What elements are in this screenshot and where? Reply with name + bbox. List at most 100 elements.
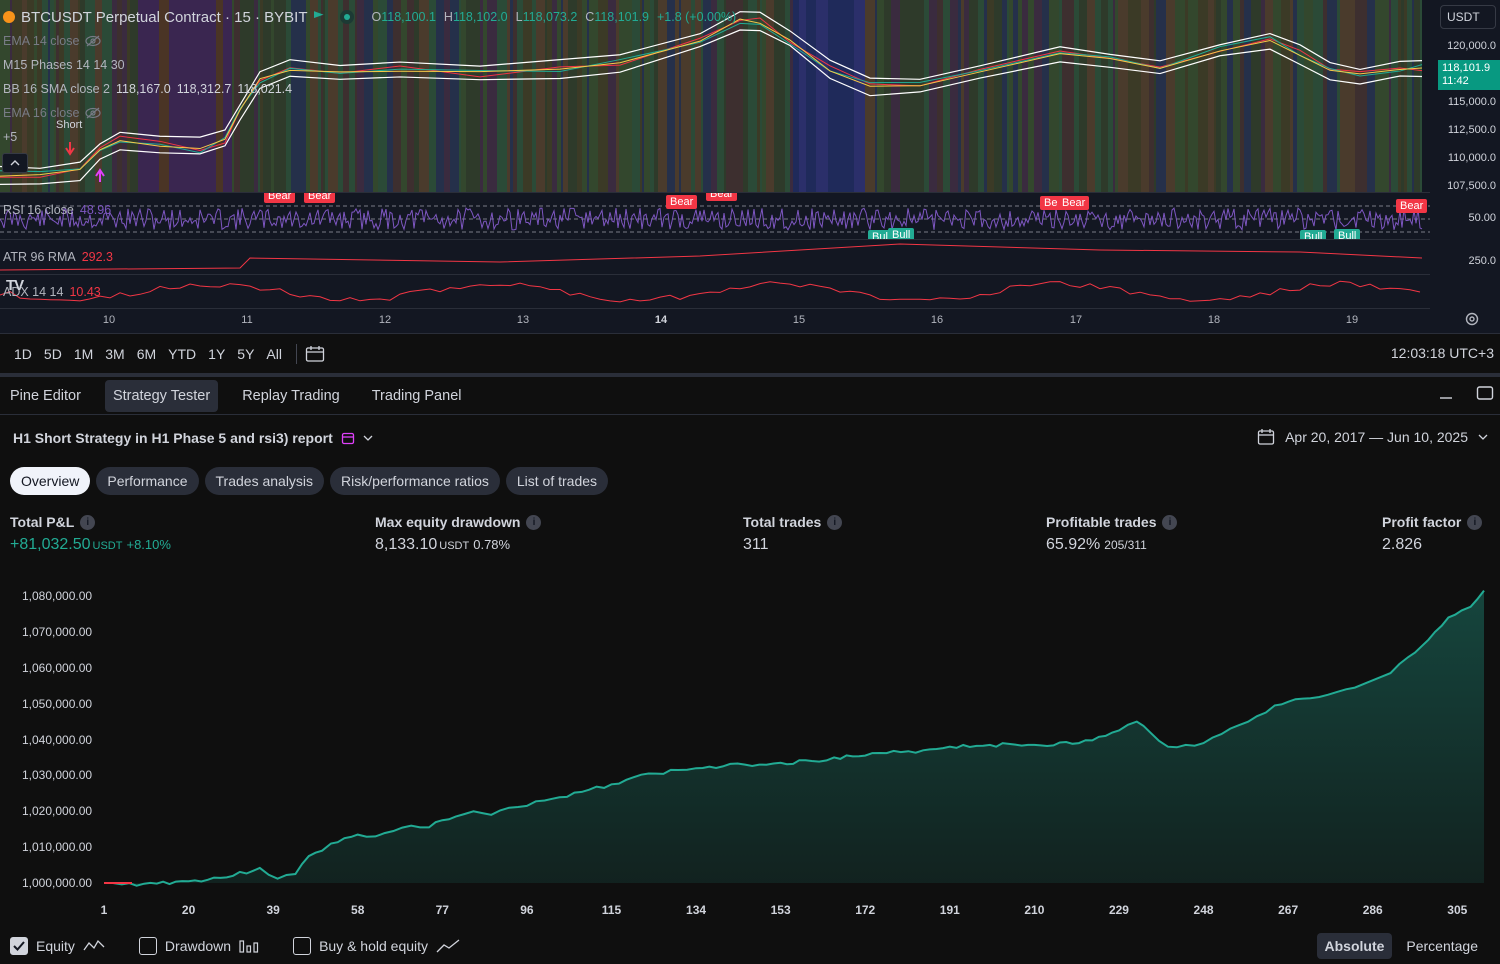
info-icon[interactable]: i (1162, 514, 1178, 530)
price-axis[interactable]: USDT 120,000.0 115,000.0 112,500.0 110,0… (1432, 0, 1500, 333)
tab-replay-trading[interactable]: Replay Trading (234, 380, 348, 412)
range-1y[interactable]: 1Y (202, 346, 231, 362)
atr-legend[interactable]: ATR 96 RMA 292.3 (3, 250, 113, 264)
rsi-legend[interactable]: RSI 16 close 48.96 (3, 203, 111, 217)
settings-gear-icon[interactable] (1464, 311, 1480, 327)
x-axis-tick: 286 (1362, 903, 1383, 917)
time-tick: 16 (930, 314, 944, 326)
time-axis[interactable]: 10 11 12 13 14 15 16 17 18 19 (0, 308, 1430, 333)
subtab-trades-analysis[interactable]: Trades analysis (204, 467, 325, 495)
ohlc-readout: O118,100.1 H118,102.0 L118,073.2 C118,10… (371, 10, 737, 24)
range-6m[interactable]: 6M (131, 346, 162, 362)
eye-hidden-icon[interactable] (85, 107, 102, 119)
flag-icon[interactable] (313, 11, 324, 19)
price-label: 115,000.0 (1447, 96, 1496, 108)
equity-toggle[interactable]: Equity (10, 937, 105, 955)
tab-strategy-tester[interactable]: Strategy Tester (104, 379, 219, 412)
report-title[interactable]: H1 Short Strategy in H1 Phase 5 and rsi3… (13, 430, 373, 446)
x-axis-tick: 210 (1024, 903, 1045, 917)
date-range-selector[interactable]: Apr 20, 2017 — Jun 10, 2025 (1257, 428, 1488, 446)
y-axis-tick: 1,010,000.00 (22, 840, 93, 855)
buyhold-toggle[interactable]: Buy & hold equity (293, 937, 460, 955)
info-icon[interactable]: i (1467, 514, 1483, 530)
x-axis-tick: 134 (686, 903, 707, 917)
x-axis-tick: 267 (1278, 903, 1299, 917)
info-icon[interactable]: i (80, 514, 96, 530)
equity-chart[interactable]: 1,080,000.00 1,070,000.00 1,060,000.00 1,05… (0, 580, 1500, 920)
metric-max-drawdown: Max equity drawdown i 8,133.10 USDT 0.78% (375, 514, 542, 554)
bear-tag: Bear (264, 193, 296, 203)
range-5d[interactable]: 5D (38, 346, 68, 362)
legend-ema14[interactable]: EMA 14 close (3, 34, 102, 48)
time-tick: 14 (654, 314, 668, 326)
legend-ema16[interactable]: EMA 16 close (3, 106, 102, 120)
drawdown-toggle[interactable]: Drawdown (138, 937, 259, 955)
subtab-performance[interactable]: Performance (96, 467, 199, 495)
scale-mode: Absolute Percentage (1316, 933, 1487, 959)
range-all[interactable]: All (260, 346, 288, 362)
range-5y[interactable]: 5Y (231, 346, 260, 362)
rsi-pane[interactable]: RSI 16 close 48.96 Bear Bear Bear Bear Be… (0, 192, 1430, 239)
equity-area-fill (104, 590, 1484, 886)
main-price-pane[interactable]: BTCUSDT Perpetual Contract · 15 · BYBIT … (0, 0, 1430, 192)
eye-hidden-icon[interactable] (85, 35, 102, 47)
strategy-settings-icon[interactable] (341, 431, 355, 445)
close-value: 118,101.9 (594, 10, 649, 24)
checkbox-checked[interactable] (10, 937, 28, 955)
adx-pane[interactable]: ADX 14 14 10.43 TV (0, 274, 1430, 308)
panel-tabs: Pine Editor Strategy Tester Replay Tradi… (0, 377, 1500, 415)
go-to-date-calendar-icon[interactable] (305, 345, 325, 363)
change-value: +1.8 (+0.00%) (657, 10, 737, 24)
x-axis-tick: 96 (520, 903, 534, 917)
more-indicators-count[interactable]: +5 (3, 130, 17, 144)
range-ytd[interactable]: YTD (162, 346, 202, 362)
time-tick: 11 (241, 314, 253, 326)
collapse-legend-button[interactable] (2, 153, 28, 173)
subtab-list-of-trades[interactable]: List of trades (505, 467, 609, 495)
range-1d[interactable]: 1D (8, 346, 38, 362)
info-icon[interactable]: i (827, 514, 843, 530)
info-icon[interactable]: i (526, 514, 542, 530)
checkbox-unchecked[interactable] (138, 937, 157, 955)
bear-tag: Bear (706, 193, 738, 201)
time-tick: 13 (516, 314, 530, 326)
clock-timezone[interactable]: 12:03:18 UTC+3 (1391, 345, 1494, 361)
tab-pine-editor[interactable]: Pine Editor (2, 380, 89, 412)
atr-pane[interactable]: ATR 96 RMA 292.3 (0, 239, 1430, 274)
bull-tag: Bull (888, 228, 915, 239)
legend-m15-phases[interactable]: M15 Phases 14 14 30 (3, 58, 125, 72)
price-chart[interactable]: BTCUSDT Perpetual Contract · 15 · BYBIT … (0, 0, 1500, 333)
chevron-down-icon[interactable] (363, 435, 373, 441)
short-signal-label: Short (56, 119, 83, 131)
low-value: 118,073.2 (522, 10, 578, 24)
range-1m[interactable]: 1M (68, 346, 99, 362)
chart-legend-bar: Equity Drawdown Buy & hold equity Absolu… (0, 928, 1500, 964)
y-axis-tick: 1,060,000.00 (22, 660, 93, 675)
currency-select[interactable]: USDT (1440, 5, 1496, 29)
tradingview-logo[interactable]: TV (6, 277, 24, 294)
x-axis-tick: 305 (1447, 903, 1468, 917)
range-3m[interactable]: 3M (99, 346, 130, 362)
time-tick: 10 (102, 314, 116, 326)
legend-bb[interactable]: BB 16 SMA close 2 118,167.0 118,312.7 11… (3, 82, 292, 96)
minimize-icon[interactable] (1438, 385, 1454, 401)
market-status-icon[interactable] (339, 10, 354, 24)
x-axis-tick: 77 (435, 903, 449, 917)
bear-tag: Bear (1058, 196, 1090, 210)
metric-total-trades: Total trades i 311 (743, 514, 843, 554)
checkbox-unchecked[interactable] (293, 937, 312, 955)
x-axis-tick: 172 (855, 903, 876, 917)
maximize-icon[interactable] (1476, 385, 1494, 401)
symbol-title[interactable]: BTCUSDT Perpetual Contract · 15 · BYBIT (21, 9, 308, 26)
bear-tag: Bear (304, 193, 336, 203)
metric-total-pnl: Total P&L i +81,032.50 USDT +8.10% (10, 514, 171, 553)
bear-tag: Bear (666, 195, 698, 209)
subtab-overview[interactable]: Overview (10, 467, 91, 495)
mode-absolute[interactable]: Absolute (1316, 933, 1393, 959)
mode-percentage[interactable]: Percentage (1398, 933, 1486, 959)
subtab-risk-ratios[interactable]: Risk/performance ratios (330, 467, 500, 495)
y-axis-tick: 1,000,000.00 (22, 876, 93, 890)
atr-series (0, 243, 1423, 271)
current-price-badge: 118,101.9 11:42 (1438, 60, 1500, 90)
tab-trading-panel[interactable]: Trading Panel (364, 380, 470, 412)
